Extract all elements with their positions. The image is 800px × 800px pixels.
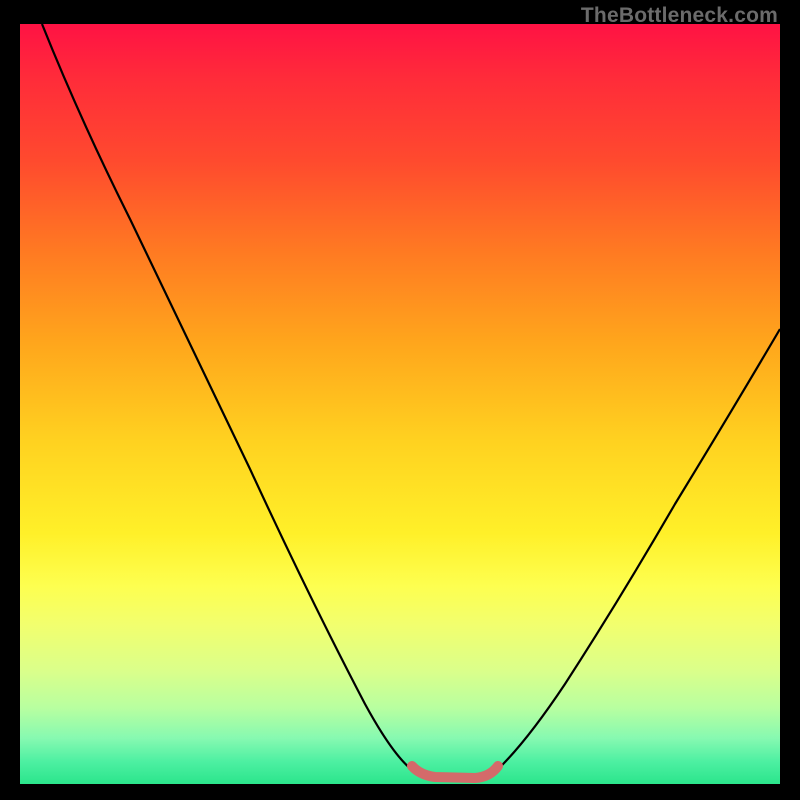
optimal-flat-segment [412,766,498,778]
chart-svg [20,24,780,784]
bottleneck-curve-right [495,329,780,772]
chart-frame: TheBottleneck.com [0,0,800,800]
bottleneck-curve-left [42,24,415,772]
plot-area [20,24,780,784]
